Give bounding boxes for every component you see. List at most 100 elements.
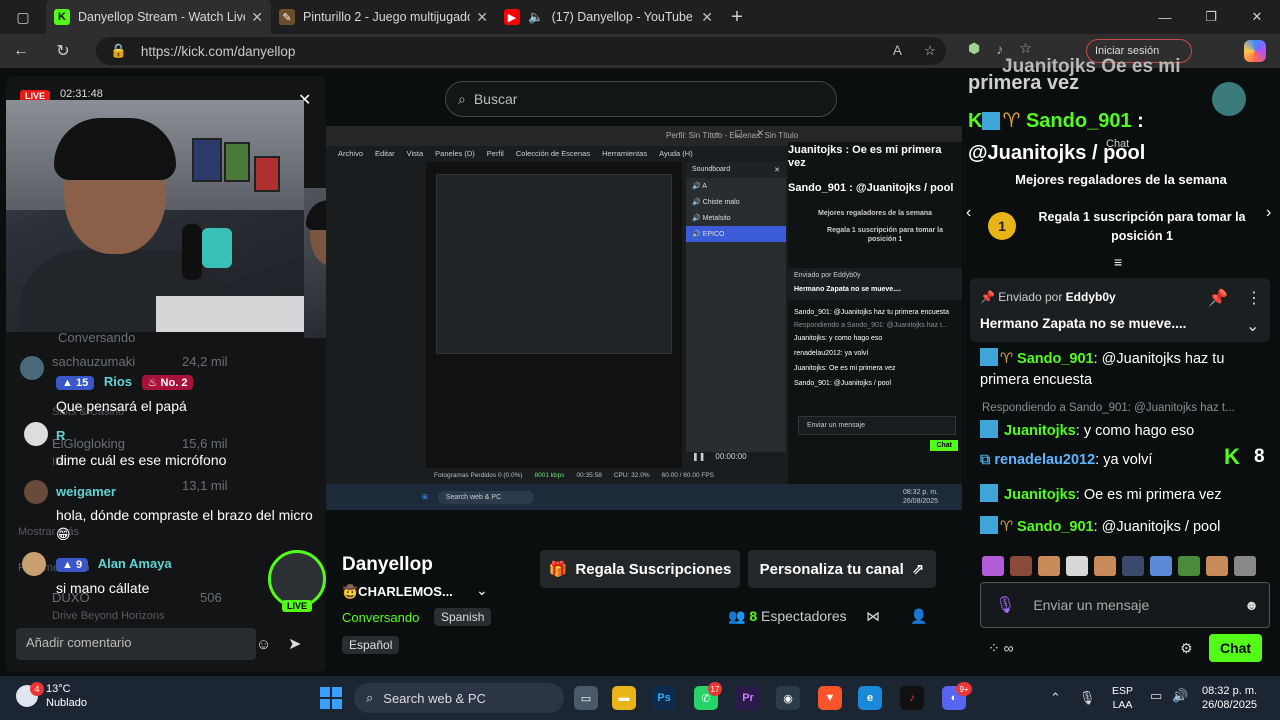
copilot-icon[interactable]: [1244, 40, 1266, 62]
comment-input[interactable]: Añadir comentario: [16, 628, 256, 660]
customize-channel-button[interactable]: Personaliza tu canal ⇗: [748, 550, 936, 588]
emoji-icon[interactable]: ☺: [256, 636, 271, 653]
pinturillo-favicon-icon: ✎: [279, 9, 295, 25]
chat-username[interactable]: Sando_901: [1026, 110, 1132, 132]
chevron-down-icon[interactable]: ⌄: [476, 582, 488, 599]
reload-icon[interactable]: ↻: [42, 41, 84, 61]
lang-primary: ESP: [1112, 685, 1134, 697]
tag-espanol[interactable]: Español: [342, 636, 400, 654]
tab-actions-icon[interactable]: ▢: [0, 0, 46, 34]
microphone-icon[interactable]: 🎙: [995, 595, 1015, 615]
pin-icon[interactable]: 📌: [1208, 288, 1228, 308]
chat-username[interactable]: Juanitojks: [1004, 487, 1076, 503]
chat-username[interactable]: Sando_901: [1017, 519, 1094, 535]
close-tab-icon[interactable]: ✕: [476, 9, 488, 26]
edge-icon[interactable]: e: [858, 686, 882, 710]
emote-icon[interactable]: [1122, 556, 1144, 576]
follow-user-icon[interactable]: 👤: [910, 608, 927, 625]
premiere-icon[interactable]: Pr: [736, 686, 760, 710]
webcam-echo: [304, 188, 326, 338]
file-explorer-icon[interactable]: ▬: [612, 686, 636, 710]
weather-widget[interactable]: 13°C Nublado: [16, 682, 87, 710]
network-icon[interactable]: ▭: [1150, 688, 1162, 704]
send-icon[interactable]: ➤: [288, 634, 301, 654]
pinned-username[interactable]: Eddyb0y: [1066, 290, 1116, 304]
new-tab-button[interactable]: +: [721, 6, 753, 29]
chat-username[interactable]: Sando_901: [1017, 351, 1094, 367]
volume-icon[interactable]: 🔊: [1172, 688, 1188, 704]
chat-username[interactable]: R: [56, 428, 65, 443]
close-window-icon[interactable]: ✕: [1234, 0, 1280, 34]
tab-youtube[interactable]: ▶ 🔈 (17) Danyellop - YouTube ✕: [496, 0, 721, 34]
tab-kick[interactable]: K Danyellop Stream - Watch Live on ✕: [46, 0, 271, 34]
chat-username[interactable]: Alan Amaya: [98, 556, 172, 571]
start-button[interactable]: [320, 687, 342, 709]
emote-icon[interactable]: [1178, 556, 1200, 576]
chat-username[interactable]: Rios: [104, 374, 132, 389]
mute-emote-icon[interactable]: [1234, 556, 1256, 576]
emote-icon[interactable]: [1038, 556, 1060, 576]
lang-secondary: LAA: [1112, 699, 1133, 711]
chevron-left-icon[interactable]: ‹: [966, 204, 971, 222]
tag-spanish[interactable]: Spanish: [434, 608, 492, 626]
emote-icon[interactable]: [1094, 556, 1116, 576]
favorite-star-icon[interactable]: ☆: [924, 43, 936, 59]
chat-message-cont: primera encuesta: [980, 372, 1093, 388]
tiktok-icon[interactable]: ♪: [900, 686, 924, 710]
taskbar-search[interactable]: ⌕ Search web & PC: [354, 683, 564, 713]
url-field[interactable]: 🔒 https://kick.com/danyellop A ☆: [96, 37, 946, 65]
chat-send-button[interactable]: Chat: [1209, 634, 1262, 662]
tab-pinturillo[interactable]: ✎ Pinturillo 2 - Juego multijugador ✕: [271, 0, 496, 34]
streamer-name[interactable]: Danyellop: [342, 554, 433, 576]
task-view-icon[interactable]: ▭: [574, 686, 598, 710]
emote-icon[interactable]: [1010, 556, 1032, 576]
minimize-icon[interactable]: —: [1142, 0, 1188, 34]
search-input[interactable]: ⌕ Buscar: [445, 81, 837, 117]
chat-username[interactable]: weigamer: [56, 484, 116, 499]
speaker-icon[interactable]: 🔈: [528, 10, 544, 25]
obs-menu-item: Perfil: [486, 148, 504, 158]
close-tab-icon[interactable]: ✕: [701, 9, 713, 26]
photoshop-icon[interactable]: Ps: [652, 686, 676, 710]
emote-icon[interactable]: [1066, 556, 1088, 576]
points-indicator[interactable]: ⁘ ∞: [988, 640, 1014, 657]
back-icon[interactable]: ←: [0, 42, 42, 60]
moderator-badge-icon: [980, 420, 998, 438]
reply-preview[interactable]: Respondiendo a Sando_901: @Juanitojks ha…: [982, 402, 1235, 414]
obs-icon[interactable]: ◉: [776, 686, 800, 710]
music-extension-icon[interactable]: ♪: [996, 41, 1003, 57]
share-icon[interactable]: ⋈: [866, 608, 880, 625]
mini-search: Search web & PC: [437, 490, 534, 504]
chat-username[interactable]: Juanitojks: [1004, 423, 1076, 439]
emote-icon[interactable]: [1150, 556, 1172, 576]
chat-username[interactable]: renadelau2012: [994, 452, 1095, 468]
read-aloud-icon[interactable]: A: [893, 43, 902, 59]
collapse-icon[interactable]: ≡: [1114, 254, 1122, 270]
extension-icon[interactable]: ⬢: [968, 40, 980, 57]
weather-badge: 4: [30, 682, 44, 696]
stream-category[interactable]: Conversando: [342, 610, 419, 625]
soundboard-item: 🔊 Metalsito: [692, 215, 731, 222]
emote-icon[interactable]: [1206, 556, 1228, 576]
brave-icon[interactable]: ▼: [818, 686, 842, 710]
close-tab-icon[interactable]: ✕: [251, 9, 263, 26]
chevron-up-icon[interactable]: ⌃: [1050, 690, 1061, 706]
favorites-icon[interactable]: ☆: [1019, 40, 1032, 57]
chat-message-input[interactable]: 🎙 Enviar un mensaje ☻: [980, 582, 1270, 628]
mini-clock-time: 08:32 p. m.: [902, 489, 938, 496]
chevron-right-icon[interactable]: ›: [1266, 204, 1271, 222]
maximize-icon[interactable]: ❐: [1188, 0, 1234, 34]
language-indicator[interactable]: ESP LAA: [1112, 684, 1133, 712]
gift-subscriptions-button[interactable]: 🎁 Regala Suscripciones: [540, 550, 740, 588]
more-options-icon[interactable]: ⋮: [1246, 288, 1262, 308]
emoji-icon[interactable]: ☻: [1244, 597, 1259, 613]
clock[interactable]: 08:32 p. m. 26/08/2025: [1202, 684, 1257, 712]
viewers-number: 8: [749, 608, 758, 624]
emote-icon[interactable]: [982, 556, 1004, 576]
mirror-pinned-by: Enviado por Eddyb0y: [788, 268, 962, 283]
video-player[interactable]: Perfil: Sin Título - Escenas: Sin Título…: [326, 126, 962, 510]
mirror-row: Respondiendo a Sando_901: @Juanitojks ha…: [794, 322, 948, 329]
gear-icon[interactable]: ⚙: [1180, 640, 1193, 657]
chevron-down-icon[interactable]: ⌄: [1246, 316, 1259, 336]
microphone-icon[interactable]: 🎙: [1079, 690, 1096, 706]
